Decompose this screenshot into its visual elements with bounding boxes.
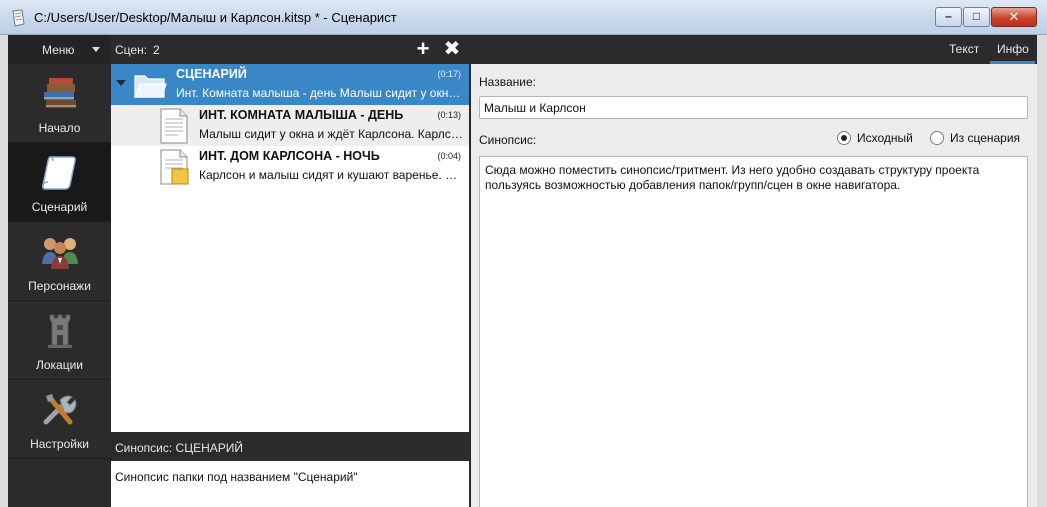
scene-count-value: 2 xyxy=(153,43,160,57)
folder-name: СЦЕНАРИЙ xyxy=(176,67,247,81)
name-label: Название: xyxy=(479,75,536,89)
sidebar-item-characters[interactable]: Персонажи xyxy=(8,222,111,301)
sidebar-item-label: Локации xyxy=(35,358,83,372)
window-controls: – □ ✕ xyxy=(934,7,1037,27)
sidebar-item-locations[interactable]: Локации xyxy=(8,301,111,380)
scene-name: ИНТ. КОМНАТА МАЛЫША - ДЕНЬ xyxy=(199,108,404,122)
minimize-button[interactable]: – xyxy=(935,7,962,27)
tree-scene-row[interactable]: ИНТ. КОМНАТА МАЛЫША - ДЕНЬ (0:13) Малыш … xyxy=(111,105,469,146)
add-scene-button[interactable]: + xyxy=(413,38,433,60)
tools-icon xyxy=(43,394,77,425)
name-field-value: Малыш и Карлсон xyxy=(484,101,586,115)
sidebar-item-label: Персонажи xyxy=(28,279,91,293)
menu-button[interactable]: Меню xyxy=(8,35,111,64)
people-icon xyxy=(42,238,78,269)
menu-label: Меню xyxy=(42,43,75,57)
close-icon: ✕ xyxy=(1008,9,1020,24)
radio-checked-icon xyxy=(837,131,851,145)
radio-from-script-label: Из сценария xyxy=(950,131,1021,145)
scene-document-note-icon xyxy=(160,149,189,185)
scene-duration: (0:13) xyxy=(437,110,461,120)
folder-icon xyxy=(134,75,167,98)
folder-duration: (0:17) xyxy=(437,69,461,79)
synopsis-textarea-text: Сюда можно поместить синопсис/тритмент. … xyxy=(485,163,980,192)
window-border-left xyxy=(0,35,8,507)
scene-count-label: Сцен: xyxy=(115,43,148,57)
scene-navigator-header: Сцен: 2 + ✖ xyxy=(111,35,469,64)
sidebar-item-start[interactable]: Начало xyxy=(8,64,111,143)
sidebar-item-label: Сценарий xyxy=(31,200,88,214)
window-title: C:/Users/User/Desktop/Малыш и Карлсон.ki… xyxy=(34,10,397,25)
scene-description: Карлсон и малыш сидят и кушают варенье. … xyxy=(199,168,465,182)
navigator-synopsis-body[interactable]: Синопсис папки под названием "Сценарий" xyxy=(111,461,469,507)
navigator-synopsis-text: Синопсис папки под названием "Сценарий" xyxy=(115,470,358,484)
remove-scene-button[interactable]: ✖ xyxy=(442,39,462,59)
castle-tower-icon xyxy=(48,314,72,348)
maximize-icon: □ xyxy=(972,9,981,23)
synopsis-label: Синопсис: xyxy=(479,133,537,147)
editor-header: Текст Инфо xyxy=(471,35,1037,64)
books-icon xyxy=(44,78,76,108)
radio-original-label: Исходный xyxy=(857,131,913,145)
info-panel: Название: Малыш и Карлсон Синопсис: Исхо… xyxy=(471,64,1037,507)
radio-unchecked-icon xyxy=(930,131,944,145)
scene-name: ИНТ. ДОМ КАРЛСОНА - НОЧЬ xyxy=(199,149,380,163)
tree-scene-row[interactable]: ИНТ. ДОМ КАРЛСОНА - НОЧЬ (0:04) Карлсон … xyxy=(111,146,469,187)
tab-info[interactable]: Инфо xyxy=(997,42,1029,56)
sidebar-item-script[interactable]: Сценарий xyxy=(8,143,111,222)
scene-document-icon xyxy=(160,108,188,144)
folder-description: Инт. Комната малыша - день Малыш сидит у… xyxy=(176,86,463,100)
app-icon xyxy=(12,9,25,27)
sidebar-item-label: Начало xyxy=(38,121,81,135)
sidebar: Меню Начало Сценарий Персонажи Локации Н… xyxy=(8,35,111,507)
navigator-synopsis-title: Синопсис: СЦЕНАРИЙ xyxy=(115,441,244,455)
title-bar: C:/Users/User/Desktop/Малыш и Карлсон.ki… xyxy=(0,0,1047,35)
chevron-down-icon xyxy=(92,47,100,52)
scene-duration: (0:04) xyxy=(437,151,461,161)
navigator-synopsis-header: Синопсис: СЦЕНАРИЙ xyxy=(111,432,469,461)
window-border-right xyxy=(1037,35,1047,507)
minimize-icon: – xyxy=(945,9,952,23)
name-field[interactable]: Малыш и Карлсон xyxy=(479,96,1028,119)
tab-text[interactable]: Текст xyxy=(949,42,979,56)
scroll-icon xyxy=(42,156,76,190)
sidebar-item-label: Настройки xyxy=(30,437,89,451)
synopsis-textarea[interactable]: Сюда можно поместить синопсис/тритмент. … xyxy=(479,156,1028,507)
close-button[interactable]: ✕ xyxy=(991,7,1037,27)
scene-tree[interactable]: СЦЕНАРИЙ (0:17) Инт. Комната малыша - де… xyxy=(111,64,469,432)
maximize-button[interactable]: □ xyxy=(963,7,990,27)
expand-arrow-icon[interactable] xyxy=(116,80,126,86)
sidebar-item-settings[interactable]: Настройки xyxy=(8,380,111,459)
tree-folder-row[interactable]: СЦЕНАРИЙ (0:17) Инт. Комната малыша - де… xyxy=(111,64,469,105)
scene-description: Малыш сидит у окна и ждёт Карлсона. Карл… xyxy=(199,127,465,141)
